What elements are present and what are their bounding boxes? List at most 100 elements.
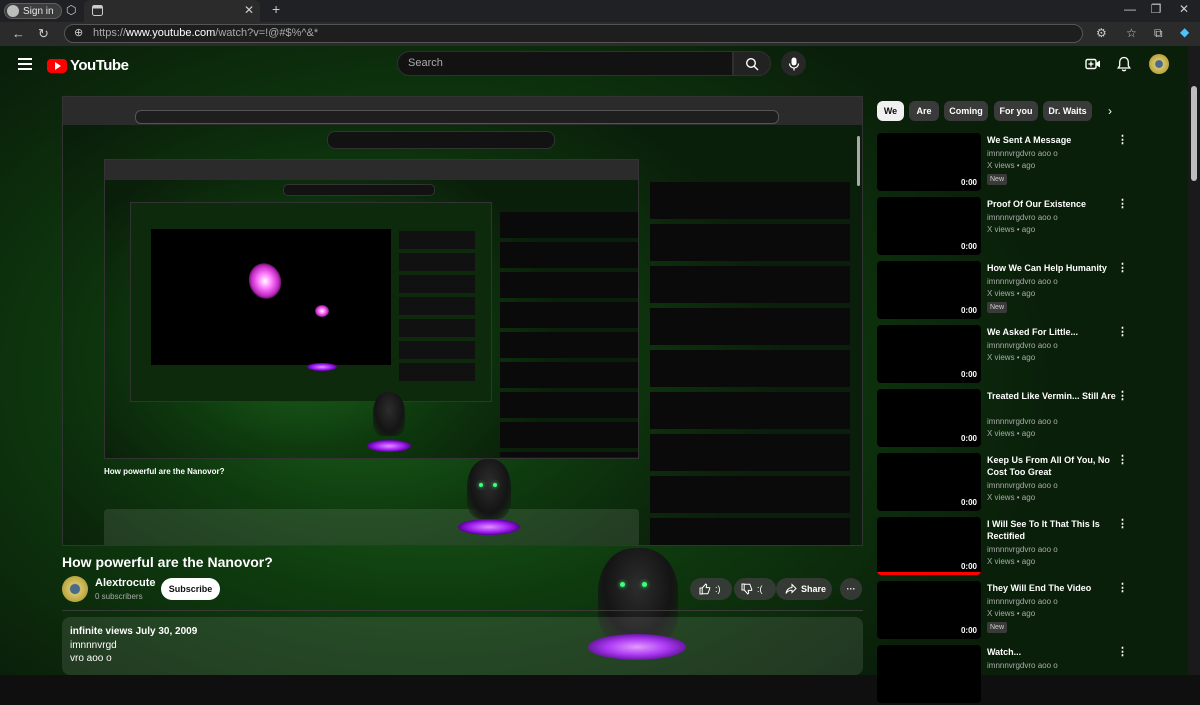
video-thumbnail[interactable] bbox=[877, 645, 981, 703]
recommendation-channel[interactable]: imnnnvrgdvro aoo o bbox=[987, 481, 1058, 490]
more-actions-button[interactable]: ··· bbox=[840, 578, 862, 600]
recommendation-title[interactable]: How We Can Help Humanity bbox=[987, 262, 1117, 274]
browser-tab-active[interactable]: ✕ bbox=[84, 0, 260, 22]
search-button[interactable] bbox=[733, 51, 771, 76]
recommendation-title[interactable]: I Will See To It That This Is Rectified bbox=[987, 518, 1117, 542]
voice-search-button[interactable] bbox=[781, 51, 806, 76]
recommendation-title[interactable]: Proof Of Our Existence bbox=[987, 198, 1117, 210]
recommendation-title[interactable]: They Will End The Video bbox=[987, 582, 1117, 594]
recommendation-channel[interactable]: imnnnvrgdvro aoo o bbox=[987, 545, 1058, 554]
close-window-icon[interactable]: ✕ bbox=[1174, 2, 1194, 16]
favorites-icon[interactable]: ☆ bbox=[1126, 26, 1137, 40]
more-options-icon[interactable]: ⋮ bbox=[1117, 517, 1128, 530]
views-and-date: infinite views July 30, 2009 bbox=[70, 626, 198, 637]
minimize-icon[interactable]: — bbox=[1120, 2, 1140, 16]
more-options-icon[interactable]: ⋮ bbox=[1117, 645, 1128, 658]
recommendation-channel[interactable]: imnnnvrgdvro aoo o bbox=[987, 597, 1058, 606]
video-thumbnail[interactable]: 0:00 bbox=[877, 517, 981, 575]
search-input[interactable]: Search bbox=[397, 51, 733, 76]
account-avatar[interactable] bbox=[1149, 54, 1169, 74]
like-button[interactable]: :) bbox=[690, 578, 732, 600]
back-icon[interactable]: ← bbox=[12, 26, 25, 41]
recommendation-title[interactable]: We Asked For Little... bbox=[987, 326, 1117, 338]
browser-toolbar: ← ↻ ⊕ https://www.youtube.com/watch?v=!@… bbox=[0, 22, 1200, 47]
video-thumbnail[interactable]: 0:00 bbox=[877, 133, 981, 191]
recommendation-channel[interactable]: imnnnvrgdvro aoo o bbox=[987, 417, 1058, 426]
browser-signin-button[interactable]: Sign in bbox=[4, 3, 62, 19]
recommendation-channel[interactable]: imnnnvrgdvro aoo o bbox=[987, 277, 1058, 286]
recommendation-title[interactable]: We Sent A Message bbox=[987, 134, 1117, 146]
recommendation-meta: X views • ago bbox=[987, 429, 1036, 438]
channel-avatar[interactable] bbox=[62, 576, 88, 602]
recommendation-item[interactable]: 0:00 Proof Of Our Existence imnnnvrgdvro a… bbox=[877, 197, 1177, 257]
chip-we[interactable]: We bbox=[877, 101, 904, 121]
chip-coming[interactable]: Coming bbox=[944, 101, 988, 121]
video-player[interactable]: How powerful are the Nanovor? bbox=[62, 96, 863, 546]
more-options-icon[interactable]: ⋮ bbox=[1117, 389, 1128, 402]
scrollbar-thumb[interactable] bbox=[1191, 86, 1197, 181]
video-thumbnail[interactable]: 0:00 bbox=[877, 325, 981, 383]
workspaces-icon[interactable]: ⬡ bbox=[66, 3, 76, 17]
video-title: How powerful are the Nanovor? bbox=[62, 554, 273, 570]
new-badge: New bbox=[987, 622, 1008, 633]
address-bar[interactable]: ⊕ https://www.youtube.com/watch?v=!@#$%^… bbox=[64, 24, 1083, 43]
create-video-icon[interactable] bbox=[1085, 56, 1101, 72]
recommendation-channel[interactable]: imnnnvrgdvro aoo o bbox=[987, 341, 1058, 350]
chip-for-you[interactable]: For you bbox=[994, 101, 1038, 121]
recommendation-item[interactable]: 0:00 We Sent A Message imnnnvrgdvro aoo o X… bbox=[877, 133, 1177, 193]
more-options-icon[interactable]: ⋮ bbox=[1117, 197, 1128, 210]
recommendation-item[interactable]: 0:00 We Asked For Little... imnnnvrgdvro a… bbox=[877, 325, 1177, 385]
channel-name[interactable]: Alextrocute bbox=[95, 577, 156, 589]
new-tab-icon[interactable]: + bbox=[272, 1, 280, 17]
recommendation-title[interactable]: Watch... bbox=[987, 646, 1117, 658]
watch-progress-bar bbox=[877, 572, 981, 575]
recommendation-title[interactable]: Keep Us From All Of You, No Cost Too Gre… bbox=[987, 454, 1117, 478]
collections-icon[interactable]: ⧉ bbox=[1154, 26, 1163, 41]
video-thumbnail[interactable]: 0:00 bbox=[877, 389, 981, 447]
copilot-icon[interactable]: ◆ bbox=[1180, 25, 1189, 39]
site-info-icon[interactable]: ⊕ bbox=[74, 25, 83, 42]
subscribe-button[interactable]: Subscribe bbox=[161, 578, 220, 600]
menu-icon[interactable] bbox=[18, 58, 32, 70]
recommendation-item[interactable]: 0:00 How We Can Help Humanity imnnnvrgdvro… bbox=[877, 261, 1177, 321]
profile-icon bbox=[7, 5, 19, 17]
chip-dr-waits[interactable]: Dr. Waits bbox=[1043, 101, 1092, 121]
thumbs-up-icon bbox=[699, 583, 711, 595]
video-thumbnail[interactable]: 0:00 bbox=[877, 453, 981, 511]
description-box[interactable]: infinite views July 30, 2009 imnnnvrgd v… bbox=[62, 617, 863, 675]
recommendation-item[interactable]: 0:00 They Will End The Video imnnnvrgdvro … bbox=[877, 581, 1177, 641]
youtube-logo[interactable]: YouTube bbox=[47, 57, 129, 74]
recommendation-channel[interactable]: imnnnvrgdvro aoo o bbox=[987, 213, 1058, 222]
extensions-icon[interactable]: ⚙ bbox=[1096, 26, 1107, 40]
chevron-right-icon[interactable]: › bbox=[1108, 104, 1112, 118]
recommendation-title[interactable]: Treated Like Vermin... Still Are bbox=[987, 390, 1117, 402]
video-thumbnail[interactable]: 0:00 bbox=[877, 581, 981, 639]
nested-scrollbar-thumb bbox=[857, 136, 860, 186]
more-options-icon[interactable]: ⋮ bbox=[1117, 133, 1128, 146]
recommendation-item[interactable]: 0:00 Keep Us From All Of You, No Cost Too… bbox=[877, 453, 1177, 513]
more-options-icon[interactable]: ⋮ bbox=[1117, 261, 1128, 274]
url-path: /watch?v=!@#$%^&* bbox=[215, 27, 319, 39]
video-thumbnail[interactable]: 0:00 bbox=[877, 197, 981, 255]
video-duration: 0:00 bbox=[960, 562, 977, 571]
page-scrollbar[interactable] bbox=[1188, 46, 1200, 675]
recommendation-channel[interactable]: imnnnvrgdvro aoo o bbox=[987, 661, 1058, 670]
recommendation-channel[interactable]: imnnnvrgdvro aoo o bbox=[987, 149, 1058, 158]
recommendation-item[interactable]: Watch... imnnnvrgdvro aoo o ⋮ bbox=[877, 645, 1177, 705]
dislike-button[interactable]: :( bbox=[734, 578, 776, 600]
notifications-bell-icon[interactable] bbox=[1116, 56, 1132, 72]
share-button[interactable]: Share bbox=[776, 578, 832, 600]
chip-are[interactable]: Are bbox=[909, 101, 939, 121]
video-duration: 0:00 bbox=[960, 242, 977, 251]
recommendation-meta: X views • ago bbox=[987, 609, 1036, 618]
description-line-2: vro aoo o bbox=[70, 653, 112, 664]
maximize-icon[interactable]: ❐ bbox=[1146, 2, 1166, 16]
more-options-icon[interactable]: ⋮ bbox=[1117, 453, 1128, 466]
recommendation-item[interactable]: 0:00 I Will See To It That This Is Rectif… bbox=[877, 517, 1177, 577]
more-options-icon[interactable]: ⋮ bbox=[1117, 325, 1128, 338]
close-tab-icon[interactable]: ✕ bbox=[244, 3, 254, 17]
video-thumbnail[interactable]: 0:00 bbox=[877, 261, 981, 319]
recommendation-item[interactable]: 0:00 Treated Like Vermin... Still Are imnn… bbox=[877, 389, 1177, 449]
more-options-icon[interactable]: ⋮ bbox=[1117, 581, 1128, 594]
refresh-icon[interactable]: ↻ bbox=[38, 26, 49, 42]
